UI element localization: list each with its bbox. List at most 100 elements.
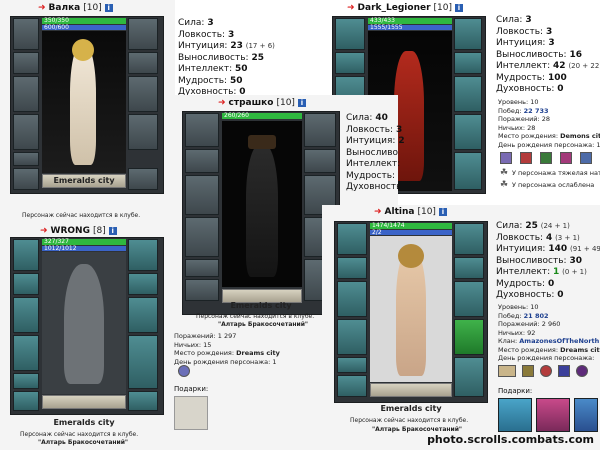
slot-earrings[interactable] (454, 257, 484, 279)
valka-name[interactable]: Валка (49, 3, 81, 13)
slot-ring[interactable] (185, 279, 219, 301)
slot-cloak[interactable] (454, 319, 484, 355)
stat-value: 23 (230, 41, 243, 51)
hair (72, 39, 94, 61)
slot-belt[interactable] (337, 357, 367, 373)
effect-icon[interactable] (576, 365, 588, 377)
slot-gloves[interactable] (454, 18, 482, 50)
arrow-icon[interactable]: ➜ (40, 226, 48, 236)
slot-gloves[interactable] (128, 239, 158, 271)
slot-amulet[interactable] (185, 149, 219, 173)
stat-label: Сила: (178, 18, 205, 28)
slot-shield[interactable] (128, 297, 158, 333)
slot-amulet[interactable] (13, 273, 39, 295)
wrong-name[interactable]: WRONG (51, 226, 90, 236)
slot-ring[interactable] (13, 391, 39, 411)
slot-helmet[interactable] (185, 113, 219, 147)
slot-weapon[interactable] (185, 175, 219, 215)
valka-city[interactable]: Emeralds city (42, 176, 126, 185)
gift-item[interactable] (536, 398, 570, 432)
altina-city[interactable]: Emeralds city (356, 404, 466, 413)
slot-boots[interactable] (454, 357, 484, 397)
slot-cloak[interactable] (454, 114, 482, 150)
info-icon[interactable]: i (297, 99, 306, 107)
slot-armor[interactable] (13, 335, 39, 371)
slot-boots[interactable] (128, 391, 158, 411)
slot-earrings[interactable] (304, 149, 336, 173)
slot-pants[interactable] (128, 335, 158, 389)
stat-extra: (20 + 22) (568, 62, 600, 70)
info-icon[interactable]: i (438, 208, 447, 216)
slot-boots[interactable] (128, 168, 158, 190)
slot-dress[interactable] (128, 114, 158, 150)
strashko-name[interactable]: страшко (229, 98, 274, 108)
effect-icon[interactable] (522, 365, 534, 377)
slot-boots[interactable] (454, 152, 482, 190)
altina-name[interactable]: Altina (385, 207, 415, 217)
altina-location: "Алтарь Бракосочетаний" (372, 426, 463, 433)
arrow-icon[interactable]: ➜ (347, 3, 355, 13)
slot-helmet[interactable] (335, 18, 365, 50)
slot-earrings[interactable] (128, 273, 158, 295)
strashko-city[interactable]: Emeralds city (206, 301, 316, 310)
slot-belt[interactable] (185, 259, 219, 277)
arrow-icon[interactable]: ➜ (38, 3, 46, 13)
stat-label: Интуиция: (178, 41, 228, 51)
effect-icon[interactable] (498, 365, 516, 377)
info-icon[interactable]: i (108, 227, 117, 235)
effect-icon[interactable] (520, 152, 532, 164)
character-figure (396, 250, 426, 376)
gift-item[interactable] (174, 396, 208, 430)
valka-portrait (42, 31, 126, 173)
slot-armor[interactable] (13, 114, 39, 150)
strashko-info: Поражений: 1 297 Ничьих: 15 Место рожден… (174, 332, 280, 366)
wrong-city-plaque (42, 395, 126, 409)
stat-label: Интеллект: (178, 64, 233, 74)
slot-shield[interactable] (128, 76, 158, 112)
wrong-portrait (42, 252, 126, 394)
slot-ring[interactable] (13, 168, 39, 190)
slot-belt[interactable] (13, 373, 39, 389)
slot-weapon[interactable] (13, 76, 39, 112)
effect-icon[interactable] (560, 152, 572, 164)
slot-weapon[interactable] (13, 297, 39, 333)
slot-belt[interactable] (13, 152, 39, 166)
slot-shield[interactable] (454, 76, 482, 112)
slot-earrings[interactable] (454, 52, 482, 74)
slot-helmet[interactable] (13, 239, 39, 271)
slot-amulet[interactable] (13, 52, 39, 74)
slot-earrings[interactable] (128, 52, 158, 74)
slot-helmet[interactable] (337, 223, 367, 255)
strashko-status: Персонаж сейчас находится в клубе. (196, 313, 315, 320)
slot-gloves[interactable] (304, 113, 336, 147)
dark-name[interactable]: Dark_Legioner (358, 3, 431, 13)
slot-weapon[interactable] (337, 281, 367, 317)
effect-icon[interactable] (558, 365, 570, 377)
slot-ring[interactable] (337, 375, 367, 397)
slot-amulet[interactable] (337, 257, 367, 279)
slot-armor[interactable] (337, 319, 367, 355)
slot-gloves[interactable] (128, 18, 158, 50)
valka-header: ➜ Валка [10] i (38, 3, 113, 13)
info-icon[interactable]: i (455, 4, 463, 12)
gift-item[interactable] (498, 398, 532, 432)
clan-icon[interactable] (178, 365, 190, 377)
valka-status: Персонаж сейчас находится в клубе. (22, 212, 141, 219)
slot-amulet[interactable] (335, 52, 365, 74)
effect-icon[interactable] (500, 152, 512, 164)
effect-icon[interactable] (540, 365, 552, 377)
arrow-icon[interactable]: ➜ (218, 98, 226, 108)
effect-icon[interactable] (540, 152, 552, 164)
slot-armor[interactable] (185, 217, 219, 257)
info-icon[interactable]: i (104, 4, 113, 12)
altina-gifts-label: Подарки: (498, 387, 533, 395)
gift-item[interactable] (574, 398, 598, 432)
slot-shield[interactable] (454, 281, 484, 317)
effect-icon[interactable] (580, 152, 592, 164)
arrow-icon[interactable]: ➜ (374, 207, 382, 217)
wrong-level: [8] (92, 226, 106, 236)
wrong-city[interactable]: Emeralds city (42, 418, 126, 427)
slot-gloves[interactable] (454, 223, 484, 255)
character-figure (246, 145, 278, 277)
slot-helmet[interactable] (13, 18, 39, 50)
